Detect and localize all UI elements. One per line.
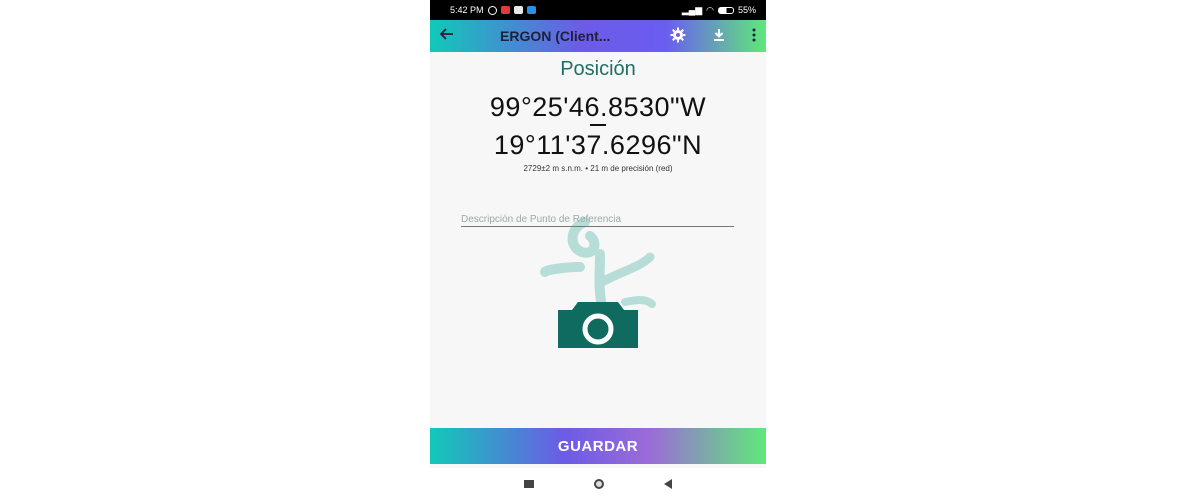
altitude-precision-text: 2729±2 m s.n.m. • 21 m de precisión (red…	[523, 164, 673, 173]
more-vert-icon[interactable]	[752, 28, 756, 45]
reference-description-field[interactable]	[461, 212, 734, 227]
status-time: 5:42 PM	[450, 5, 484, 15]
app-title: ERGON (Client...	[500, 28, 611, 44]
position-content: Posición 99°25'46.8530"W 19°11'37.6296"N…	[430, 52, 766, 428]
status-right: ▂▄▆ ◠ 55%	[682, 5, 756, 16]
longitude-value: 99°25'46.8530"W	[489, 92, 707, 122]
status-bar: 5:42 PM ▂▄▆ ◠ 55%	[430, 0, 766, 20]
home-button[interactable]	[594, 479, 604, 489]
status-left: 5:42 PM	[450, 5, 536, 15]
save-button[interactable]: GUARDAR	[430, 428, 766, 464]
latitude-value: 19°11'37.6296"N	[493, 130, 703, 160]
coordinate-separator	[590, 124, 606, 126]
app-bar-actions	[670, 27, 756, 46]
battery-percent: 55%	[737, 5, 756, 15]
app-bar: ERGON (Client...	[430, 20, 766, 52]
download-icon[interactable]	[712, 28, 726, 45]
phone-screen: 5:42 PM ▂▄▆ ◠ 55% ERGON (Client... Posic…	[430, 0, 766, 500]
page-title: Posición	[560, 58, 636, 80]
recents-button[interactable]	[524, 480, 534, 488]
notification-red-icon	[500, 6, 510, 14]
back-button[interactable]	[664, 479, 672, 489]
arrow-left-icon[interactable]	[439, 27, 470, 45]
battery-icon	[717, 6, 734, 14]
camera-icon[interactable]	[558, 300, 638, 348]
alarm-icon	[487, 5, 497, 15]
notification-message-icon	[513, 6, 523, 14]
wifi-icon: ◠	[706, 4, 714, 15]
signal-icon: ▂▄▆	[681, 4, 703, 15]
gear-icon[interactable]	[670, 27, 686, 46]
notification-blue-icon	[526, 6, 536, 14]
android-nav-bar	[430, 468, 766, 500]
